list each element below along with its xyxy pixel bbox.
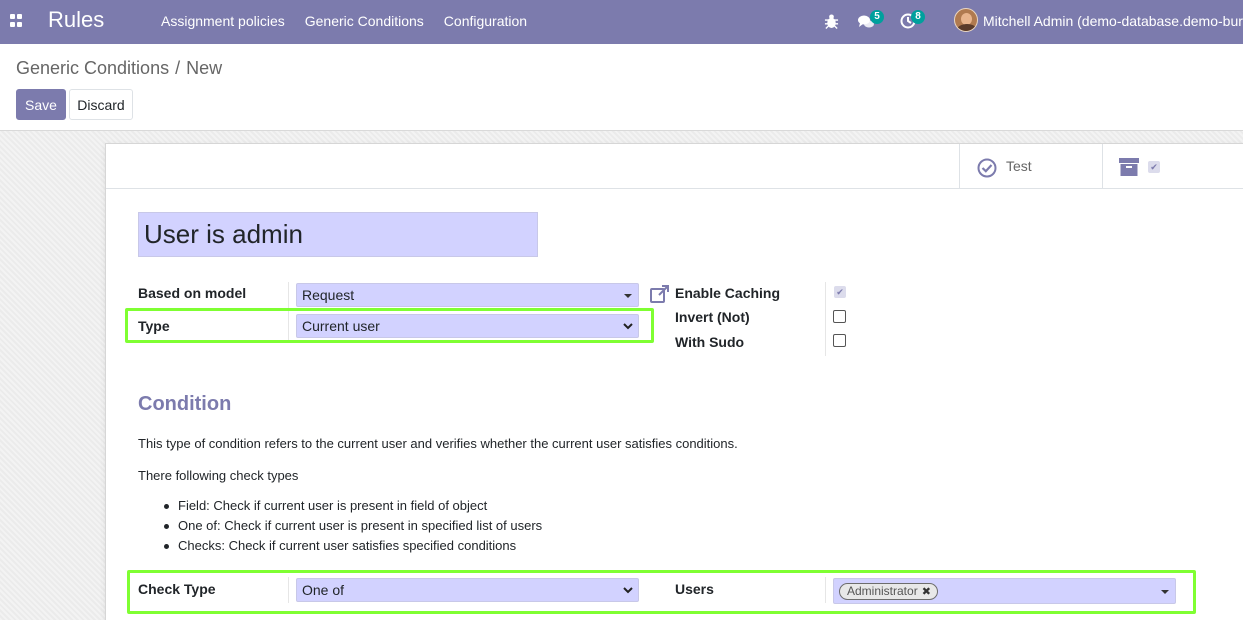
control-panel: Generic Conditions / New Save Discard <box>0 44 1243 131</box>
list-item: Field: Check if current user is present … <box>162 498 542 514</box>
app-title[interactable]: Rules <box>48 7 104 33</box>
save-button[interactable]: Save <box>16 89 66 120</box>
discard-button[interactable]: Discard <box>69 89 133 120</box>
enable-caching-checkbox[interactable]: ✔ <box>834 286 846 298</box>
check-types-list: Field: Check if current user is present … <box>162 498 542 558</box>
external-link-icon[interactable] <box>650 285 670 303</box>
apps-grid-icon[interactable] <box>10 14 23 27</box>
menu-generic-conditions[interactable]: Generic Conditions <box>305 13 424 29</box>
breadcrumb-separator: / <box>175 58 181 78</box>
breadcrumb: Generic Conditions / New <box>16 58 222 79</box>
breadcrumb-current: New <box>186 58 223 78</box>
type-highlight <box>125 308 654 343</box>
condition-title: Condition <box>138 393 232 415</box>
test-button-label: Test <box>1006 158 1032 174</box>
archive-toggle-button[interactable]: ✔ <box>1102 144 1243 188</box>
with-sudo-label: With Sudo <box>675 334 745 350</box>
label-separator-right <box>825 282 826 356</box>
top-navbar: Rules Assignment policies Generic Condit… <box>0 0 1243 44</box>
check-type-highlight <box>127 570 1196 614</box>
test-button[interactable]: Test <box>959 144 1102 188</box>
based-on-model-value: Request <box>302 287 355 303</box>
button-box: Test ✔ <box>106 144 1243 189</box>
list-item: One of: Check if current user is present… <box>162 518 542 534</box>
caret-down-icon <box>624 294 632 298</box>
form-sheet: Test ✔ User is admin Based on model Requ… <box>105 143 1243 620</box>
invert-checkbox[interactable] <box>833 310 846 323</box>
name-input[interactable]: User is admin <box>138 212 538 257</box>
with-sudo-checkbox[interactable] <box>833 334 846 347</box>
archive-icon <box>1119 158 1139 176</box>
menu-configuration[interactable]: Configuration <box>444 13 527 29</box>
main-menu: Assignment policies Generic Conditions C… <box>161 13 547 29</box>
messages-count-badge: 5 <box>870 10 884 24</box>
avatar[interactable] <box>954 8 978 32</box>
condition-description: This type of condition refers to the cur… <box>138 436 738 451</box>
breadcrumb-parent[interactable]: Generic Conditions <box>16 58 169 78</box>
bug-icon[interactable] <box>824 12 839 30</box>
check-circle-icon <box>977 158 997 178</box>
active-check-icon: ✔ <box>1148 161 1160 173</box>
list-item: Checks: Check if current user satisfies … <box>162 538 542 554</box>
enable-caching-label: Enable Caching <box>675 285 781 301</box>
user-menu[interactable]: Mitchell Admin (demo-database.demo-burea… <box>983 13 1243 29</box>
check-types-intro: There following check types <box>138 468 299 483</box>
based-on-model-label: Based on model <box>138 285 247 301</box>
invert-label: Invert (Not) <box>675 309 750 325</box>
based-on-model-select[interactable]: Request <box>296 283 639 307</box>
menu-assignment-policies[interactable]: Assignment policies <box>161 13 285 29</box>
activities-count-badge: 8 <box>911 10 925 24</box>
